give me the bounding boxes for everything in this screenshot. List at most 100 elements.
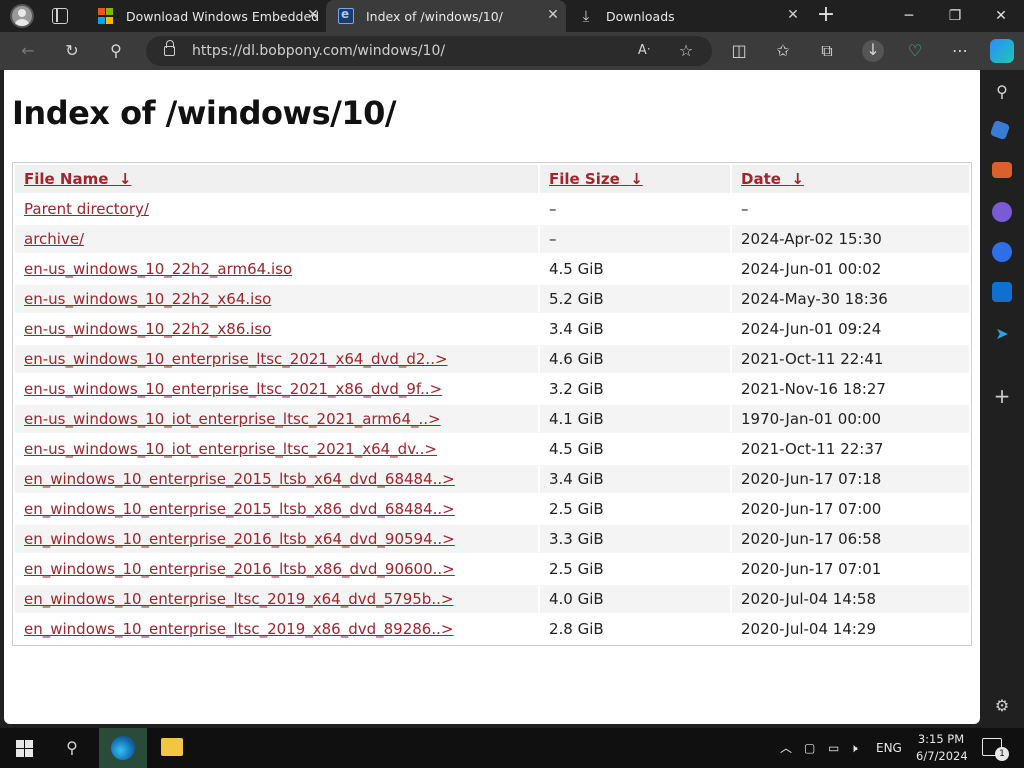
file-size-cell: 3.4 GiB: [540, 465, 730, 493]
windows-start-icon[interactable]: [16, 740, 33, 757]
volume-muted-icon[interactable]: 🕨: [850, 728, 858, 768]
sort-by-size-link[interactable]: File Size ↓: [549, 170, 643, 188]
split-screen-icon[interactable]: ◫: [729, 41, 749, 61]
show-hidden-icons-icon[interactable]: ︿: [780, 728, 792, 768]
tools-icon[interactable]: [992, 162, 1012, 178]
header-file-size[interactable]: File Size ↓: [540, 165, 730, 193]
file-link[interactable]: en_windows_10_enterprise_ltsc_2019_x64_d…: [24, 590, 453, 608]
downloads-icon[interactable]: ↓: [862, 40, 884, 62]
file-name-cell: archive/: [15, 225, 538, 253]
file-name-cell: en-us_windows_10_iot_enterprise_ltsc_202…: [15, 405, 538, 433]
header-date[interactable]: Date ↓: [732, 165, 969, 193]
clock-date: 6/7/2024: [916, 749, 968, 763]
table-row: en_windows_10_enterprise_ltsc_2019_x86_d…: [15, 615, 969, 643]
edge-taskbar-button[interactable]: [99, 728, 147, 768]
header-file-name[interactable]: File Name ↓: [15, 165, 538, 193]
browser-essentials-icon[interactable]: ♡: [905, 41, 925, 61]
file-date-cell: 2024-Jun-01 09:24: [741, 320, 882, 338]
table-row: en_windows_10_enterprise_2015_ltsb_x64_d…: [15, 465, 969, 493]
notification-badge: 1: [995, 747, 1009, 761]
new-tab-icon[interactable]: +: [816, 4, 836, 26]
file-size-cell: –: [540, 225, 730, 253]
file-link[interactable]: en-us_windows_10_22h2_arm64.iso: [24, 260, 292, 278]
minimize-icon[interactable]: ─: [886, 0, 932, 32]
close-icon[interactable]: ✕: [546, 8, 560, 22]
file-name-cell: en_windows_10_enterprise_2015_ltsb_x86_d…: [15, 495, 538, 523]
games-icon[interactable]: [992, 202, 1012, 222]
tab-downloads[interactable]: ⤓ Downloads ✕: [566, 0, 806, 32]
table-row: en-us_windows_10_22h2_x64.iso 5.2 GiB 2024…: [15, 285, 969, 313]
file-name-cell: en-us_windows_10_22h2_arm64.iso: [15, 255, 538, 283]
file-date-cell: 2024-Jun-01 00:02: [741, 260, 882, 278]
sort-by-date-link[interactable]: Date ↓: [741, 170, 804, 188]
tab-actions-icon[interactable]: [52, 8, 68, 24]
sort-by-name-link[interactable]: File Name ↓: [24, 170, 131, 188]
more-icon[interactable]: ⋯: [950, 41, 970, 61]
table-row: Parent directory/ – –: [15, 195, 969, 223]
language-indicator[interactable]: ENG: [876, 728, 902, 768]
tab-download-windows-embedded[interactable]: Download Windows Embedded I ✕: [86, 0, 326, 32]
table-row: en_windows_10_enterprise_2015_ltsb_x86_d…: [15, 495, 969, 523]
close-window-icon[interactable]: ✕: [978, 0, 1024, 32]
file-size-cell: 2.8 GiB: [549, 620, 604, 638]
file-link[interactable]: en-us_windows_10_enterprise_ltsc_2021_x8…: [24, 380, 442, 398]
notification-center-icon[interactable]: 1: [982, 738, 1009, 761]
favorites-icon[interactable]: ✩: [773, 41, 793, 61]
file-date-cell: –: [741, 200, 749, 218]
file-link[interactable]: en-us_windows_10_enterprise_ltsc_2021_x6…: [24, 350, 448, 368]
tab-title: Download Windows Embedded I: [126, 8, 321, 24]
sidebar-search-icon[interactable]: ⚲: [992, 82, 1012, 102]
restore-icon[interactable]: ❐: [932, 0, 978, 32]
file-size-cell: 4.5 GiB: [549, 260, 604, 278]
close-icon[interactable]: ✕: [786, 8, 800, 22]
file-link[interactable]: en-us_windows_10_iot_enterprise_ltsc_202…: [24, 440, 437, 458]
download-icon: ⤓: [582, 7, 590, 25]
copilot-icon[interactable]: [990, 39, 1014, 63]
outlook-icon[interactable]: [992, 282, 1012, 302]
file-link[interactable]: en_windows_10_enterprise_2016_ltsb_x86_d…: [24, 560, 455, 578]
file-size-cell: 4.0 GiB: [540, 585, 730, 613]
copilot-sidebar-icon[interactable]: [992, 242, 1012, 262]
settings-icon[interactable]: ⚙: [992, 696, 1012, 716]
title-bar: Download Windows Embedded I ✕ Index of /…: [0, 0, 1024, 32]
table-row: en-us_windows_10_iot_enterprise_ltsc_202…: [15, 405, 969, 433]
profile-icon[interactable]: [10, 4, 34, 28]
collections-icon[interactable]: ⧉: [817, 41, 837, 61]
file-explorer-icon[interactable]: [161, 738, 183, 756]
refresh-icon[interactable]: ↻: [62, 41, 82, 61]
file-link[interactable]: en_windows_10_enterprise_2015_ltsb_x64_d…: [24, 470, 455, 488]
file-link[interactable]: en_windows_10_enterprise_2015_ltsb_x86_d…: [24, 500, 455, 518]
file-date-cell: 2024-May-30 18:36: [732, 285, 969, 313]
tab-index-of-windows-10[interactable]: Index of /windows/10/ ✕: [326, 0, 566, 32]
edge-icon: [111, 736, 135, 760]
read-aloud-icon[interactable]: Aᐧ: [634, 41, 654, 61]
file-table: File Name ↓ File Size ↓ Date ↓ Parent di…: [13, 163, 971, 645]
file-date-cell: 2024-Apr-02 15:30: [732, 225, 969, 253]
shopping-tag-icon[interactable]: [989, 119, 1011, 141]
system-clock[interactable]: 3:15 PM 6/7/2024: [916, 731, 968, 765]
file-link[interactable]: en_windows_10_enterprise_ltsc_2019_x86_d…: [24, 620, 453, 638]
file-link[interactable]: en_windows_10_enterprise_2016_ltsb_x64_d…: [24, 530, 455, 548]
add-sidebar-icon[interactable]: +: [992, 386, 1012, 406]
favorite-star-icon[interactable]: ☆: [676, 41, 696, 61]
table-row: archive/ –2024-Apr-02 15:30: [15, 225, 969, 253]
close-icon[interactable]: ✕: [306, 8, 320, 22]
search-icon[interactable]: ⚲: [106, 41, 126, 61]
address-bar[interactable]: https://dl.bobpony.com/windows/10/ Aᐧ ☆: [146, 36, 712, 66]
url-text[interactable]: https://dl.bobpony.com/windows/10/: [192, 43, 445, 59]
table-row: en-us_windows_10_enterprise_ltsc_2021_x8…: [15, 375, 969, 403]
back-icon[interactable]: ←: [18, 41, 38, 61]
file-link[interactable]: en-us_windows_10_22h2_x64.iso: [24, 290, 271, 308]
network-icon[interactable]: ▢: [804, 728, 815, 768]
lock-icon[interactable]: [164, 40, 175, 56]
taskbar-search-icon[interactable]: ⚲: [62, 738, 82, 758]
file-link[interactable]: en-us_windows_10_iot_enterprise_ltsc_202…: [24, 410, 441, 428]
file-date-cell: 2020-Jul-04 14:29: [741, 620, 877, 638]
send-icon[interactable]: ➤: [992, 324, 1012, 344]
file-link[interactable]: en-us_windows_10_22h2_x86.iso: [24, 320, 271, 338]
file-link[interactable]: Parent directory/: [24, 200, 149, 218]
file-listing: File Name ↓ File Size ↓ Date ↓ Parent di…: [12, 162, 972, 646]
file-date-cell: 2020-Jun-17 06:58: [732, 525, 969, 553]
file-link[interactable]: archive/: [24, 230, 84, 248]
display-icon[interactable]: ▭: [828, 728, 839, 768]
